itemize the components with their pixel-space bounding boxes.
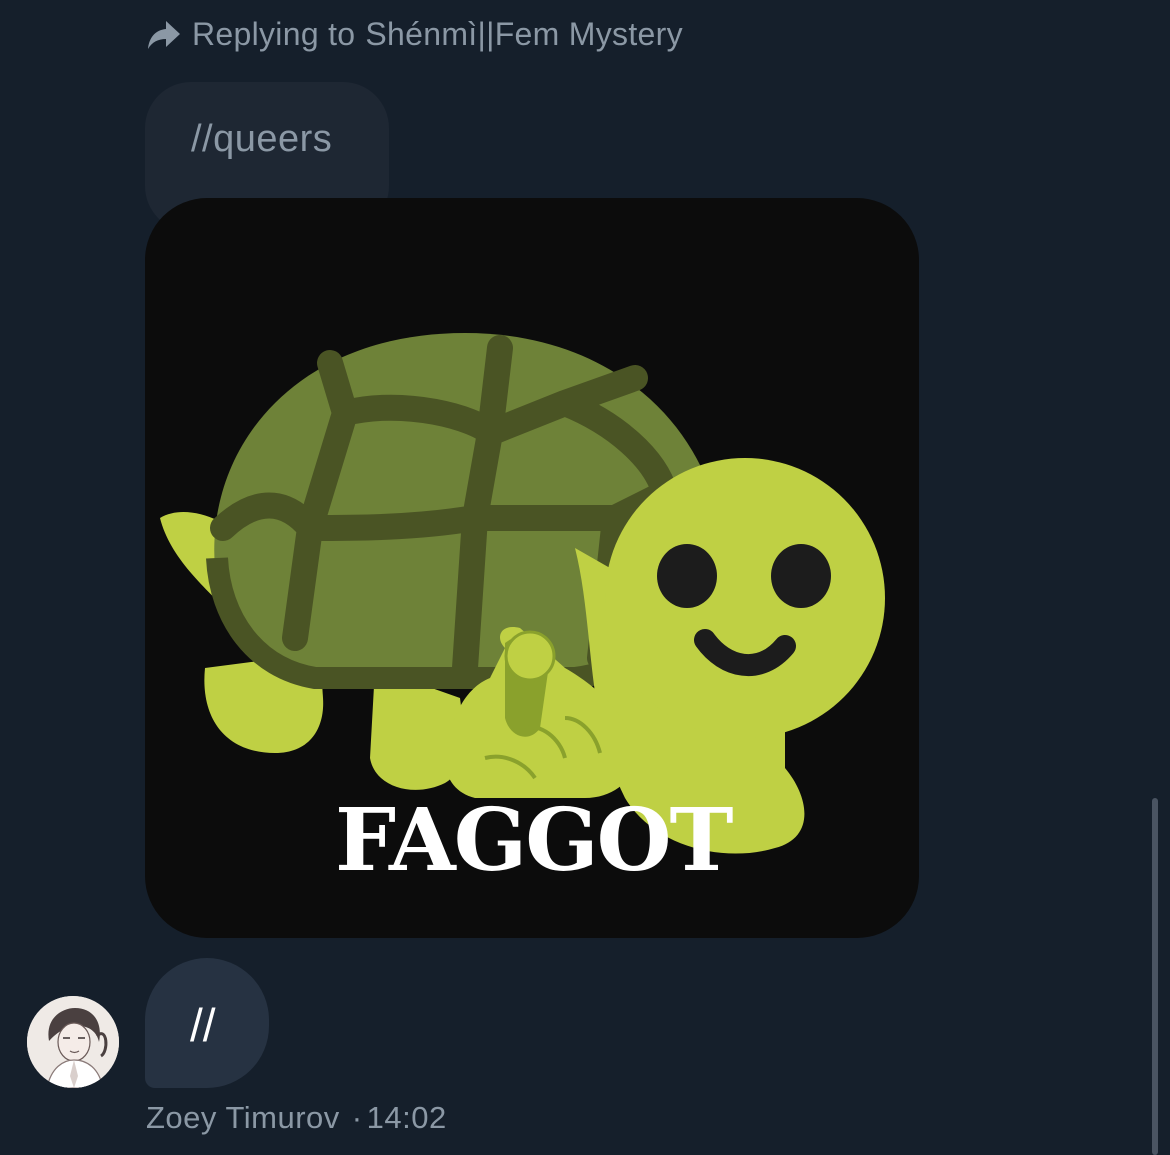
message-text: // [190,999,216,1051]
quoted-message-text: //queers [191,118,333,160]
sticker-caption: FAGGOT [335,790,734,891]
message-meta: Zoey Timurov · 14:02 [146,1100,447,1136]
author-name[interactable]: Zoey Timurov [146,1100,340,1135]
reply-arrow-icon [146,19,182,51]
reply-target-name[interactable]: Shénmì||Fem Mystery [365,16,683,53]
scrollbar[interactable] [1152,798,1158,1155]
turtle-sticker-image: FAGGOT [160,333,885,891]
reply-context[interactable]: Replying to Shénmì||Fem Mystery [146,16,683,53]
meta-separator: · [351,1100,363,1135]
reply-prefix: Replying to [192,16,356,52]
image-attachment[interactable]: FAGGOT [145,198,919,938]
chat-view: Replying to Shénmì||Fem Mystery //queers [0,0,1170,1155]
message-timestamp: 14:02 [366,1100,447,1135]
avatar-illustration [27,996,119,1088]
user-avatar[interactable] [27,996,119,1088]
